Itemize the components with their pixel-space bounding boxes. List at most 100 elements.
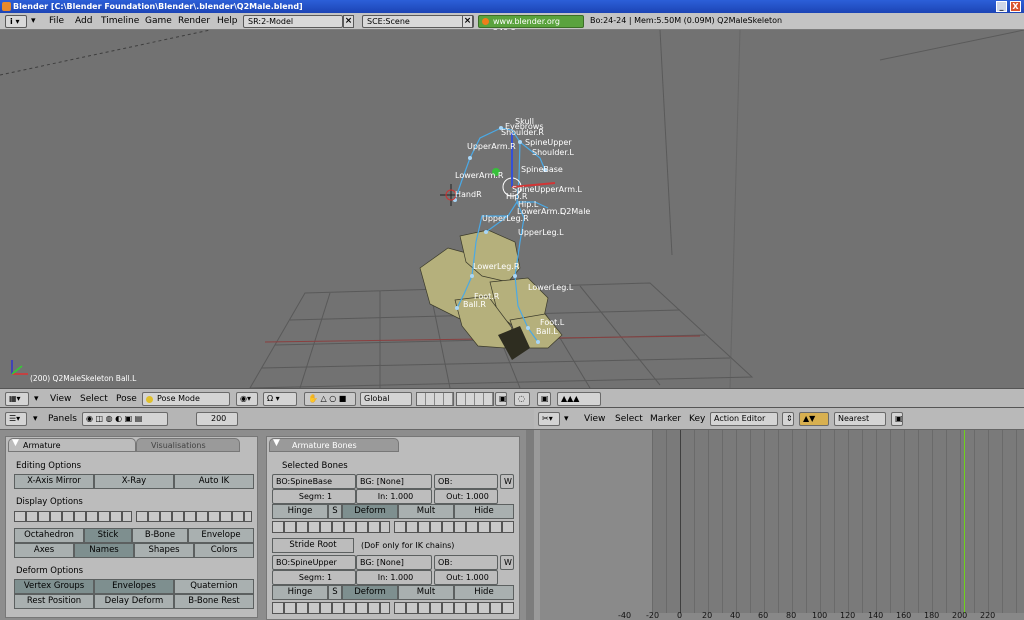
menu-select[interactable]: Select <box>615 414 643 424</box>
frame-field[interactable]: 200 <box>196 412 238 426</box>
menu-select[interactable]: Select <box>80 394 108 404</box>
rest-position-button[interactable]: Rest Position <box>14 594 94 609</box>
deform-button[interactable]: Deform <box>342 585 398 600</box>
menu-key[interactable]: Key <box>689 414 705 424</box>
envelopes-button[interactable]: Envelopes <box>94 579 174 594</box>
tab-armature[interactable]: Armature <box>8 438 136 452</box>
header-collapse-icon[interactable]: ▾ <box>34 394 39 404</box>
vertex-groups-button[interactable]: Vertex Groups <box>14 579 94 594</box>
layer-dots-2[interactable] <box>136 511 252 522</box>
bone-name-field[interactable]: BO:SpineUpper <box>272 555 356 570</box>
mode-selector[interactable]: Pose Mode <box>142 392 230 406</box>
header-collapse-icon[interactable]: ▾ <box>33 414 38 424</box>
in-field[interactable]: In: 1.000 <box>356 489 432 504</box>
mult-button[interactable]: Mult <box>398 504 454 519</box>
deform-button[interactable]: Deform <box>342 504 398 519</box>
website-link[interactable]: www.blender.org 249.2 <box>478 15 584 37</box>
names-button[interactable]: Names <box>74 543 134 558</box>
header-collapse-icon[interactable]: ▾ <box>564 414 569 424</box>
copy-paste-buttons[interactable]: ▲▼ <box>799 412 829 426</box>
mult-button[interactable]: Mult <box>398 585 454 600</box>
bone-layer-dots-1[interactable] <box>272 602 390 614</box>
stick-button[interactable]: Stick <box>84 528 132 543</box>
orientation-selector[interactable]: Global <box>360 392 412 406</box>
editor-type-icon[interactable]: ☰▾ <box>5 412 27 426</box>
editor-type-icon[interactable]: ▦▾ <box>5 392 29 406</box>
quaternion-button[interactable]: Quaternion <box>174 579 254 594</box>
pivot-icon[interactable]: Ω ▾ <box>263 392 297 406</box>
tab-armature-bones[interactable]: Armature Bones <box>269 438 399 452</box>
close-button[interactable]: X <box>1010 1 1021 12</box>
octahedron-button[interactable]: Octahedron <box>14 528 84 543</box>
bone-group-field[interactable]: BG: [None] <box>356 555 432 570</box>
hinge-button[interactable]: Hinge <box>272 585 328 600</box>
menu-timeline[interactable]: Timeline <box>101 16 139 26</box>
b-bone-button[interactable]: B-Bone <box>132 528 188 543</box>
tab-visualisations[interactable]: Visualisations <box>136 438 240 452</box>
menu-view[interactable]: View <box>584 414 605 424</box>
hide-button[interactable]: Hide <box>454 504 514 519</box>
b-bone-rest-button[interactable]: B-Bone Rest <box>174 594 254 609</box>
hinge-button[interactable]: Hinge <box>272 504 328 519</box>
bone-object-field[interactable]: OB: <box>434 474 498 489</box>
axes-button[interactable]: Axes <box>14 543 74 558</box>
panel-scrollbar[interactable] <box>526 430 534 620</box>
panel-collapse-icon[interactable]: ▼ <box>273 438 280 448</box>
current-frame-line[interactable] <box>964 430 965 613</box>
delay-deform-button[interactable]: Delay Deform <box>94 594 174 609</box>
menu-help[interactable]: Help <box>217 16 238 26</box>
layer-buttons-group-1[interactable] <box>416 392 454 406</box>
menu-pose[interactable]: Pose <box>116 394 137 404</box>
segm-field[interactable]: Segm: 1 <box>272 489 356 504</box>
out-field[interactable]: Out: 1.000 <box>434 570 498 585</box>
menu-add[interactable]: Add <box>75 16 92 26</box>
x-axis-mirror-button[interactable]: X-Axis Mirror <box>14 474 94 489</box>
context-buttons[interactable]: ◉ ◫ ◍ ◐ ▣ ▤ <box>82 412 168 426</box>
editor-type-icon[interactable]: ✂▾ <box>538 412 560 426</box>
screen-selector[interactable]: SR:2-Model <box>243 15 343 28</box>
bone-group-field[interactable]: BG: [None] <box>356 474 432 489</box>
info-icon[interactable]: i ▾ <box>5 15 27 28</box>
colors-button[interactable]: Colors <box>194 543 254 558</box>
menu-view[interactable]: View <box>50 394 71 404</box>
stride-root-button[interactable]: Stride Root <box>272 538 354 553</box>
manipulator-buttons[interactable]: ✋ △ ○ ■ <box>304 392 356 406</box>
scene-delete-button[interactable]: × <box>462 15 473 28</box>
copy-pose-buttons[interactable]: ▲▲▲ <box>557 392 601 406</box>
segm-field[interactable]: Segm: 1 <box>272 570 356 585</box>
s-button[interactable]: S <box>328 504 342 519</box>
editor-mode-selector[interactable]: Action Editor <box>710 412 778 426</box>
draw-type-icon[interactable]: ◉▾ <box>236 392 258 406</box>
bone-layer-dots-1[interactable] <box>272 521 390 533</box>
lock-icon[interactable]: ▣ <box>891 412 903 426</box>
envelope-button[interactable]: Envelope <box>188 528 254 543</box>
menu-game[interactable]: Game <box>145 16 172 26</box>
keyframe-grid[interactable] <box>652 430 1024 613</box>
action-browse-icon[interactable]: ⇕ <box>782 412 794 426</box>
menu-render[interactable]: Render <box>178 16 210 26</box>
3d-viewport[interactable]: Skull Eyebrows Shoulder.R UpperArm.R Spi… <box>0 30 1024 388</box>
bone-layer-dots-2[interactable] <box>394 602 514 614</box>
shapes-button[interactable]: Shapes <box>134 543 194 558</box>
layer-buttons-group-2[interactable] <box>456 392 494 406</box>
x-ray-button[interactable]: X-Ray <box>94 474 174 489</box>
out-field[interactable]: Out: 1.000 <box>434 489 498 504</box>
auto-ik-button[interactable]: Auto IK <box>174 474 254 489</box>
snap-selector[interactable]: Nearest <box>834 412 886 426</box>
lock-icon[interactable]: ▣ <box>495 392 507 406</box>
bone-w-button[interactable]: W <box>500 555 514 570</box>
bone-object-field[interactable]: OB: <box>434 555 498 570</box>
menu-file[interactable]: File <box>49 16 64 26</box>
in-field[interactable]: In: 1.000 <box>356 570 432 585</box>
layer-dots-1[interactable] <box>14 511 132 522</box>
s-button[interactable]: S <box>328 585 342 600</box>
render-icon[interactable]: ▣ <box>537 392 551 406</box>
bone-layer-dots-2[interactable] <box>394 521 514 533</box>
minimize-button[interactable]: _ <box>996 1 1007 12</box>
scene-selector[interactable]: SCE:Scene <box>362 15 474 28</box>
hide-button[interactable]: Hide <box>454 585 514 600</box>
menu-marker[interactable]: Marker <box>650 414 681 424</box>
header-collapse-icon[interactable]: ▾ <box>31 16 36 26</box>
channel-list[interactable] <box>534 430 652 620</box>
panel-collapse-icon[interactable]: ▼ <box>12 438 19 448</box>
